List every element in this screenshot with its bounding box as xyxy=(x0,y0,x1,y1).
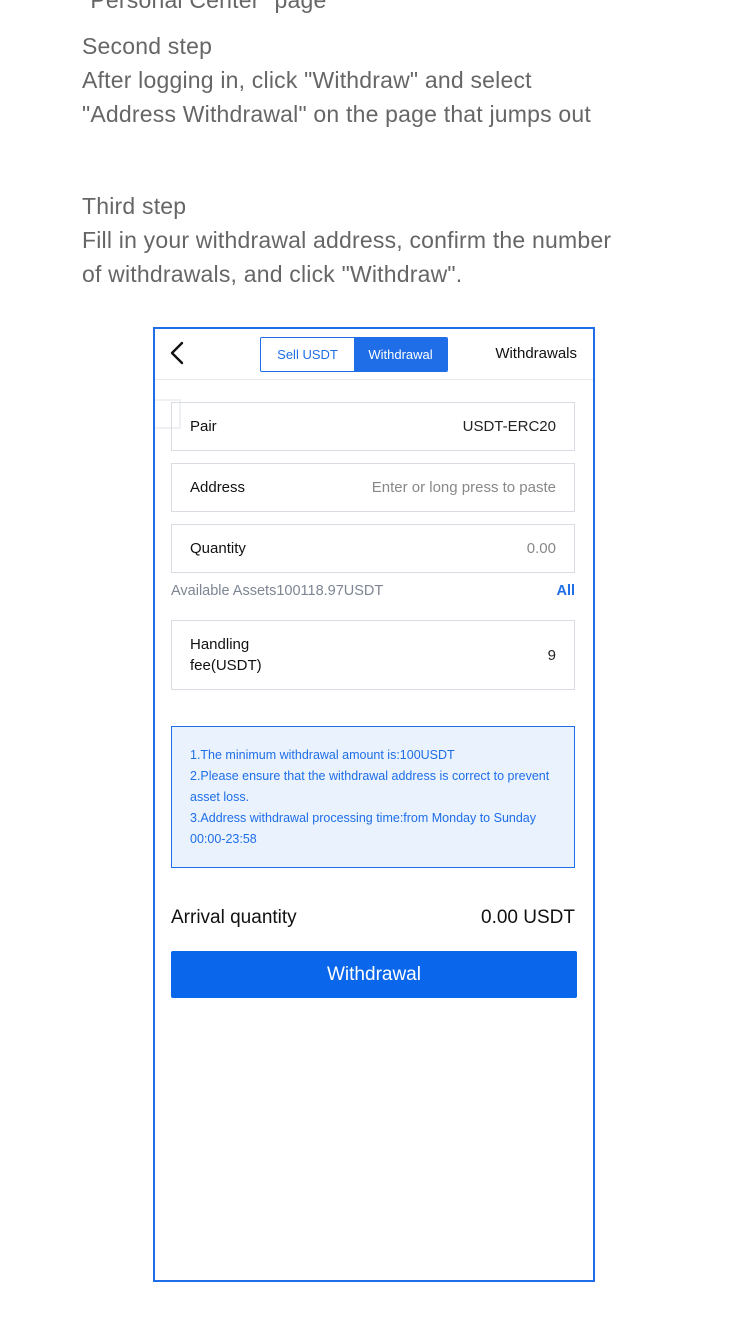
instruction-top-fragment: "Personal Center" page xyxy=(82,0,702,17)
quantity-field[interactable]: Quantity 0.00 xyxy=(171,524,575,573)
instruction-step-3: Third step Fill in your withdrawal addre… xyxy=(82,189,702,291)
phone-screenshot: Sell USDT Withdrawal Withdrawals Pair US… xyxy=(153,327,595,1282)
chevron-left-icon xyxy=(170,341,184,365)
nav-bar: Sell USDT Withdrawal Withdrawals xyxy=(155,329,593,380)
step-3-title: Third step xyxy=(82,193,187,219)
tab-sell-usdt[interactable]: Sell USDT xyxy=(261,338,354,371)
quantity-input[interactable]: 0.00 xyxy=(527,540,556,557)
withdrawal-notice: 1.The minimum withdrawal amount is:100US… xyxy=(171,726,575,868)
quantity-label: Quantity xyxy=(190,540,246,557)
handling-fee-field: Handling fee(USDT) 9 xyxy=(171,620,575,690)
step-2-title: Second step xyxy=(82,33,213,59)
address-label: Address xyxy=(190,479,246,496)
step-3-line-2: of withdrawals, and click "Withdraw". xyxy=(82,261,463,287)
arrival-value: 0.00 USDT xyxy=(481,907,575,928)
pair-field[interactable]: Pair USDT-ERC20 xyxy=(171,402,575,451)
all-button[interactable]: All xyxy=(556,583,575,599)
address-field[interactable]: Address Enter or long press to paste xyxy=(171,463,575,512)
arrival-label: Arrival quantity xyxy=(171,907,297,928)
notice-line-3: 3.Address withdrawal processing time:fro… xyxy=(190,811,536,846)
step-3-line-1: Fill in your withdrawal address, confirm… xyxy=(82,227,612,253)
step-2-line-2: "Address Withdrawal" on the page that ju… xyxy=(82,101,591,127)
instruction-step-2: Second step After logging in, click "Wit… xyxy=(82,29,702,131)
address-input[interactable]: Enter or long press to paste xyxy=(372,479,556,496)
tab-switcher: Sell USDT Withdrawal xyxy=(260,337,448,372)
notice-line-1: 1.The minimum withdrawal amount is:100US… xyxy=(190,748,455,762)
notice-line-2: 2.Please ensure that the withdrawal addr… xyxy=(190,769,550,804)
withdrawal-button[interactable]: Withdrawal xyxy=(171,951,577,998)
available-assets: Available Assets100118.97USDT xyxy=(171,583,384,599)
pair-label: Pair xyxy=(190,418,217,435)
arrival-quantity-row: Arrival quantity 0.00 USDT xyxy=(171,907,575,929)
back-button[interactable] xyxy=(165,340,189,366)
instruction-top-text: "Personal Center" page xyxy=(82,0,327,13)
tab-withdrawal[interactable]: Withdrawal xyxy=(354,338,447,371)
step-2-line-1: After logging in, click "Withdraw" and s… xyxy=(82,67,532,93)
pair-value: USDT-ERC20 xyxy=(462,418,556,435)
available-assets-row: Available Assets100118.97USDT All xyxy=(171,583,575,599)
handling-fee-label: Handling fee(USDT) xyxy=(190,636,262,674)
handling-fee-value: 9 xyxy=(547,646,556,664)
withdrawals-link[interactable]: Withdrawals xyxy=(495,345,577,362)
